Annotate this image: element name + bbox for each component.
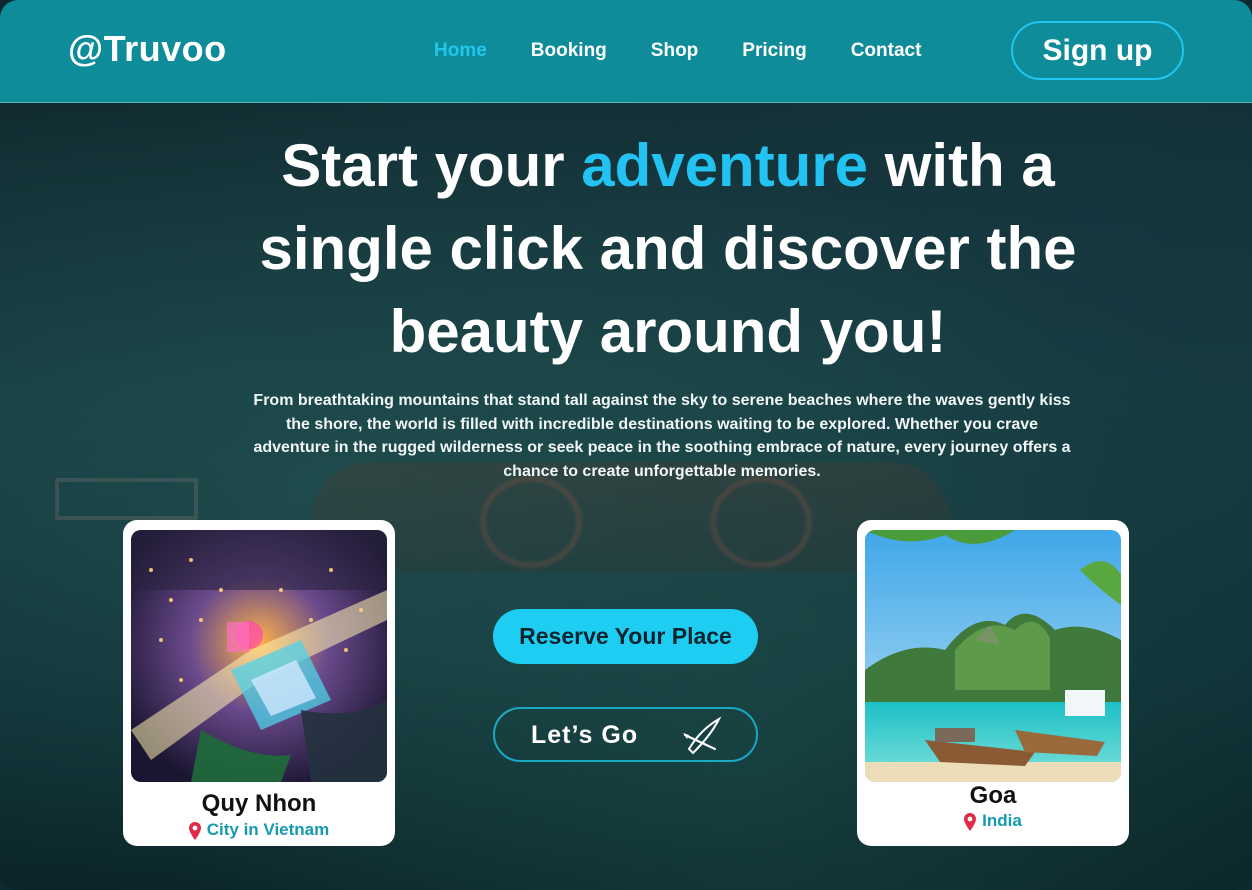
reserve-place-button[interactable]: Reserve Your Place — [493, 609, 758, 664]
nav-item-booking[interactable]: Booking — [531, 40, 607, 62]
background-pier — [55, 478, 198, 520]
lets-go-label: Let’s Go — [531, 721, 639, 749]
background-boat-wheel — [480, 476, 582, 568]
hero-headline: Start your adventure with a single click… — [200, 124, 1136, 373]
location-pin-icon — [964, 812, 977, 831]
beach-photo — [865, 530, 1121, 782]
destination-card-goa[interactable]: Goa India — [857, 520, 1129, 846]
top-navbar: @Truvoo Home Booking Shop Pricing Contac… — [0, 0, 1252, 103]
lets-go-button[interactable]: Let’s Go — [493, 707, 758, 762]
landing-page: @Truvoo Home Booking Shop Pricing Contac… — [0, 0, 1252, 890]
card-subtitle-text: India — [982, 811, 1022, 830]
kayak-icon — [683, 716, 722, 755]
card-subtitle: India — [857, 811, 1129, 831]
city-night-photo — [131, 530, 387, 782]
nav-item-home[interactable]: Home — [434, 40, 487, 62]
card-title: Goa — [969, 782, 1017, 809]
destination-card-quy-nhon[interactable]: Quy Nhon City in Vietnam — [123, 520, 395, 846]
card-subtitle: City in Vietnam — [123, 820, 395, 840]
card-title: Quy Nhon — [201, 790, 317, 817]
nav-item-pricing[interactable]: Pricing — [742, 40, 806, 62]
hero-description: From breathtaking mountains that stand t… — [253, 392, 1071, 480]
background-boat-wheel — [710, 476, 812, 568]
location-pin-icon — [188, 821, 201, 840]
beach-illustration — [865, 530, 1121, 782]
city-night-illustration — [131, 530, 387, 782]
signup-button[interactable]: Sign up — [1011, 21, 1184, 80]
card-subtitle-text: City in Vietnam — [206, 820, 330, 839]
headline-accent-word: adventure — [581, 132, 869, 199]
brand-logo[interactable]: @Truvoo — [68, 28, 227, 70]
nav-menu: Home Booking Shop Pricing Contact — [434, 40, 965, 62]
nav-item-contact[interactable]: Contact — [851, 40, 922, 62]
headline-text-start: Start your — [281, 132, 582, 199]
nav-item-shop[interactable]: Shop — [651, 40, 699, 62]
